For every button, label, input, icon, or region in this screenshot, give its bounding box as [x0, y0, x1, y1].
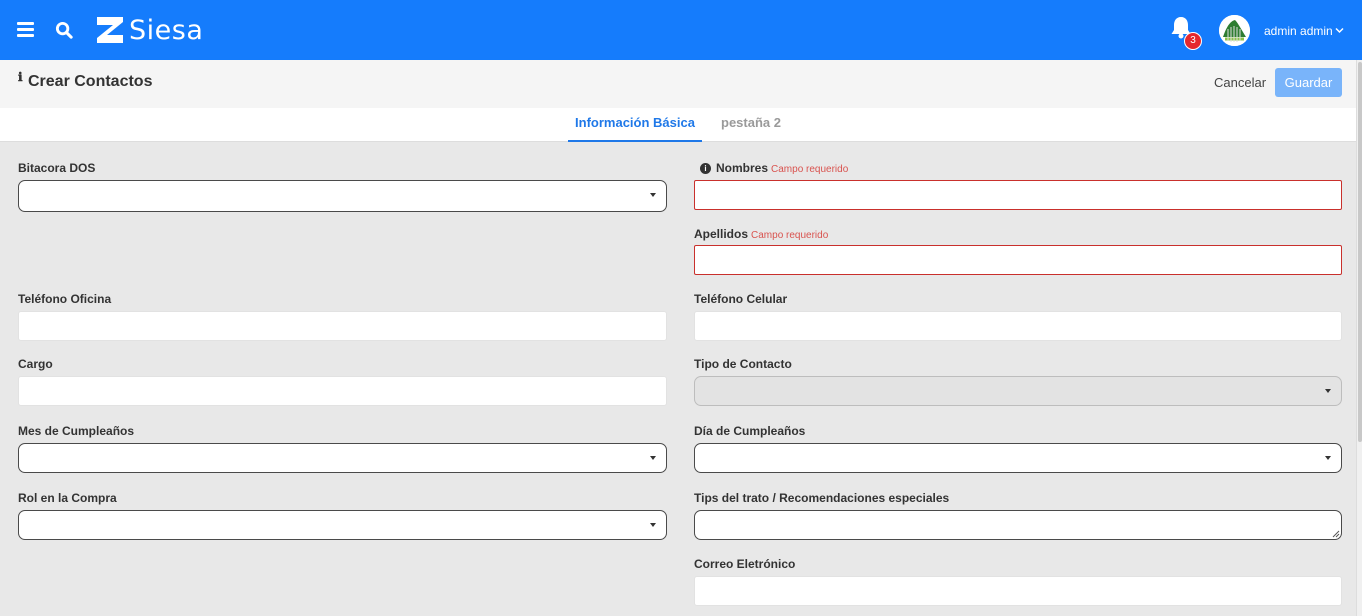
- caret-down-icon: [650, 193, 656, 197]
- apellidos-required-text: Campo requerido: [751, 230, 829, 241]
- siesa-logo-icon: [97, 17, 123, 43]
- search-icon[interactable]: [55, 21, 74, 40]
- page-header: ℹ Crear Contactos Cancelar Guardar: [0, 60, 1356, 108]
- chevron-down-icon[interactable]: [1335, 27, 1344, 34]
- correo-input[interactable]: [694, 576, 1342, 606]
- resize-handle-icon[interactable]: [1332, 530, 1340, 538]
- tipo-contacto-select[interactable]: [694, 376, 1342, 406]
- hamburger-menu-icon[interactable]: [17, 22, 34, 37]
- save-button[interactable]: Guardar: [1275, 68, 1342, 97]
- nombres-label: Nombres: [716, 161, 769, 175]
- dia-cumple-select[interactable]: [694, 443, 1342, 473]
- brand-name: Siesa: [129, 14, 204, 46]
- tab-informacion-basica[interactable]: Información Básica: [568, 108, 702, 142]
- user-avatar[interactable]: [1219, 15, 1250, 46]
- tips-label: Tips del trato / Recomendaciones especia…: [694, 491, 950, 505]
- cargo-input[interactable]: [18, 376, 667, 406]
- notification-count-badge: 3: [1184, 32, 1202, 50]
- bitacora-select[interactable]: [18, 180, 667, 212]
- nombres-required-text: Campo requerido: [771, 164, 849, 175]
- tips-textarea[interactable]: [694, 510, 1342, 540]
- cargo-label: Cargo: [18, 357, 53, 371]
- telefono-celular-input[interactable]: [694, 311, 1342, 341]
- apellidos-input[interactable]: [694, 245, 1342, 275]
- brand-logo[interactable]: Siesa: [95, 14, 203, 46]
- mes-cumple-select[interactable]: [18, 443, 667, 473]
- page-title: Crear Contactos: [28, 73, 153, 90]
- apellidos-label-row: Apellidos Campo requerido: [694, 227, 828, 241]
- page-scrollbar[interactable]: [1356, 60, 1362, 616]
- scrollbar-thumb[interactable]: [1358, 62, 1362, 442]
- caret-down-icon: [1325, 456, 1331, 460]
- top-navbar: Siesa 3 admin admin: [0, 0, 1362, 60]
- nombres-input[interactable]: [694, 180, 1342, 210]
- correo-label: Correo Eletrónico: [694, 557, 796, 571]
- dia-cumple-label: Día de Cumpleaños: [694, 424, 806, 438]
- nombres-label-row: i Nombres Campo requerido: [700, 161, 848, 175]
- mes-cumple-label: Mes de Cumpleaños: [18, 424, 135, 438]
- tab-bar: Información Básica pestaña 2: [0, 108, 1356, 142]
- caret-down-icon: [1325, 389, 1331, 393]
- telefono-oficina-input[interactable]: [18, 311, 667, 341]
- user-menu-name[interactable]: admin admin: [1264, 24, 1333, 38]
- bitacora-label: Bitacora DOS: [18, 161, 96, 175]
- info-icon: ℹ: [18, 70, 23, 84]
- rol-compra-select[interactable]: [18, 510, 667, 540]
- apellidos-label: Apellidos: [694, 227, 749, 241]
- tipo-contacto-label: Tipo de Contacto: [694, 357, 792, 371]
- caret-down-icon: [650, 523, 656, 527]
- caret-down-icon: [650, 456, 656, 460]
- cancel-button[interactable]: Cancelar: [1214, 75, 1266, 90]
- avatar-image-icon: [1219, 15, 1250, 46]
- telefono-oficina-label: Teléfono Oficina: [18, 292, 112, 306]
- rol-compra-label: Rol en la Compra: [18, 491, 117, 505]
- telefono-celular-label: Teléfono Celular: [694, 292, 788, 306]
- info-circle-icon: i: [700, 163, 711, 174]
- tab-pestana-2[interactable]: pestaña 2: [721, 108, 781, 142]
